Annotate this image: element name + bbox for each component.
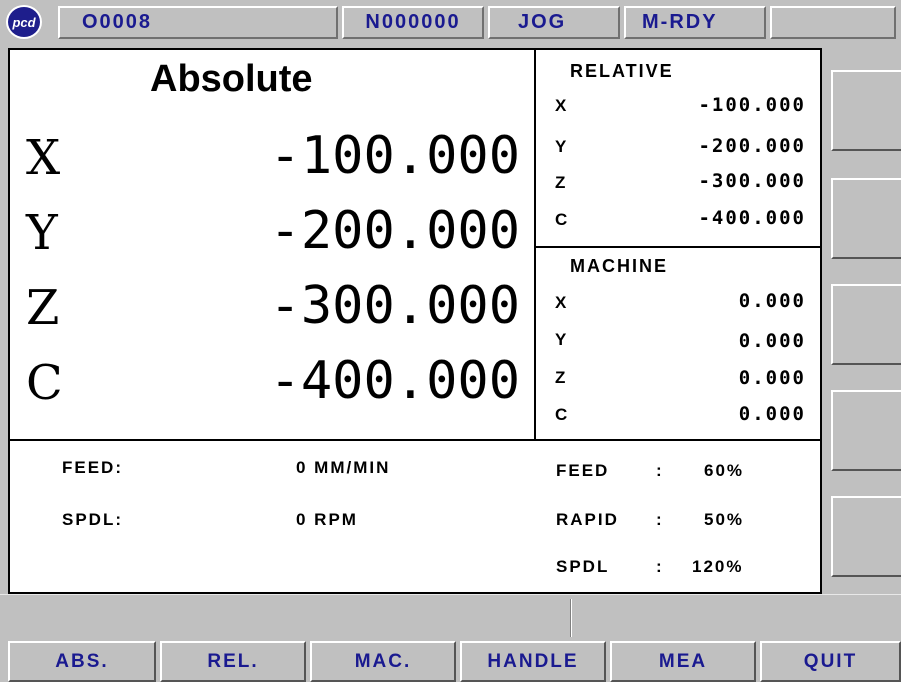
mac-axis-c: C <box>555 405 568 424</box>
abs-value-x: -100.000 <box>269 126 520 186</box>
override-feed-sep: : <box>656 461 664 480</box>
feed-value: 0 MM/MIN <box>296 458 391 477</box>
softkey-abs[interactable]: ABS. <box>8 641 156 682</box>
spindle-value: 0 RPM <box>296 510 358 529</box>
override-rapid-sep: : <box>656 510 664 529</box>
side-softkey-4[interactable] <box>831 390 901 471</box>
rel-axis-y: Y <box>555 137 567 156</box>
rel-value-z: -300.000 <box>698 170 806 192</box>
mac-axis-y: Y <box>555 330 567 349</box>
machine-title: MACHINE <box>570 256 668 276</box>
override-spindle-label: SPDL <box>556 557 610 576</box>
abs-axis-c: C <box>26 355 63 411</box>
abs-axis-x: X <box>26 130 61 186</box>
mac-value-z: 0.000 <box>738 367 806 389</box>
abs-axis-y: Y <box>26 205 58 261</box>
divider-vertical <box>534 50 536 440</box>
override-feed-label: FEED <box>556 461 610 480</box>
spindle-label: SPDL: <box>62 510 123 529</box>
side-softkey-1[interactable] <box>831 70 901 151</box>
brand-logo: pcd <box>6 5 42 39</box>
abs-value-z: -300.000 <box>269 276 520 336</box>
override-feed-value: 60% <box>704 461 745 480</box>
rel-axis-c: C <box>555 210 568 229</box>
rel-value-x: -100.000 <box>698 94 806 116</box>
relative-title: RELATIVE <box>570 61 674 81</box>
softkey-mac[interactable]: MAC. <box>310 641 456 682</box>
softkey-handle[interactable]: HANDLE <box>460 641 606 682</box>
abs-axis-z: Z <box>26 280 60 336</box>
mac-axis-z: Z <box>555 368 566 387</box>
rel-axis-x: X <box>555 96 567 115</box>
message-divider <box>570 599 572 637</box>
mode-indicator: JOG <box>488 6 620 39</box>
rel-value-y: -200.000 <box>698 135 806 157</box>
rel-value-c: -400.000 <box>698 207 806 229</box>
rel-axis-z: Z <box>555 173 566 192</box>
softkey-rel[interactable]: REL. <box>160 641 306 682</box>
abs-value-y: -200.000 <box>269 201 520 261</box>
message-bar <box>0 594 901 638</box>
sequence-number: N000000 <box>342 6 484 39</box>
override-rapid-label: RAPID <box>556 510 619 529</box>
mac-value-c: 0.000 <box>738 403 806 425</box>
divider-info <box>10 439 820 441</box>
mac-value-x: 0.000 <box>738 290 806 312</box>
program-number: O0008 <box>58 6 338 39</box>
softkey-quit[interactable]: QUIT <box>760 641 901 682</box>
absolute-title: Absolute <box>150 58 313 100</box>
machine-status: M-RDY <box>624 6 766 39</box>
override-spindle-value: 120% <box>692 557 744 576</box>
mac-value-y: 0.000 <box>738 330 806 352</box>
status-extra <box>770 6 896 39</box>
divider-machine <box>536 246 820 248</box>
override-spindle-sep: : <box>656 557 664 576</box>
mac-axis-x: X <box>555 293 567 312</box>
status-bar: pcd O0008 N000000 JOG M-RDY <box>0 0 901 48</box>
softkey-mea[interactable]: MEA <box>610 641 756 682</box>
side-softkey-3[interactable] <box>831 284 901 365</box>
side-softkey-2[interactable] <box>831 178 901 259</box>
side-softkey-5[interactable] <box>831 496 901 577</box>
abs-value-c: -400.000 <box>269 351 520 411</box>
message-text <box>8 601 568 633</box>
override-rapid-value: 50% <box>704 510 745 529</box>
feed-label: FEED: <box>62 458 123 477</box>
